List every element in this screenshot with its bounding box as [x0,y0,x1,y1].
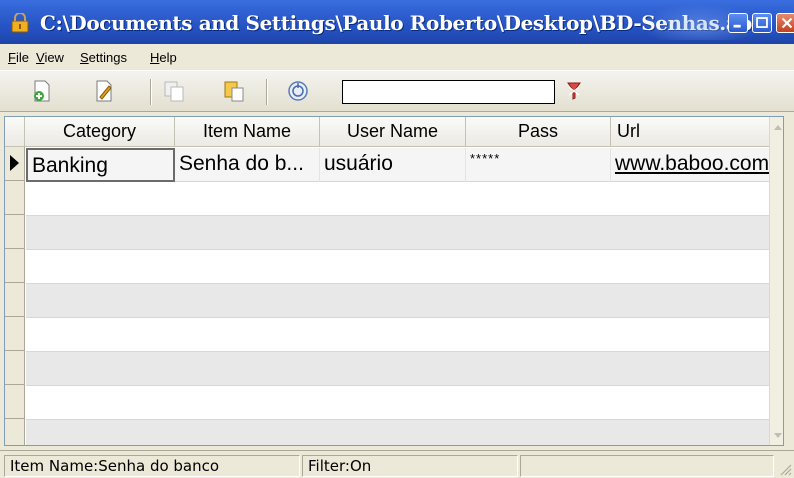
close-button[interactable] [776,13,794,33]
paste-icon [224,81,244,102]
cell-category[interactable]: Banking [26,148,175,182]
close-icon [781,17,793,29]
row-marker [5,350,25,351]
paste-button[interactable] [222,79,246,103]
cell-url[interactable]: www.baboo.com [611,148,769,182]
clear-filter-icon [567,82,581,100]
menu-settings-label: ettings [88,50,127,65]
row-selector-column[interactable] [5,147,25,445]
new-entry-button[interactable] [30,79,54,103]
row-marker [5,248,25,249]
scroll-down-icon[interactable] [774,433,782,438]
grid-header: Category Item Name User Name Pass Url [5,117,769,147]
current-row-pointer-icon [10,155,19,171]
cell-pass[interactable]: ***** [466,148,611,182]
menu-file-label: ile [15,50,29,65]
menu-settings[interactable]: Settings [80,50,127,65]
title-bar[interactable]: C:\Documents and Settings\Paulo Roberto\… [0,0,794,44]
minimize-button[interactable] [728,13,748,33]
table-row-empty[interactable] [26,420,769,445]
column-header-user-name[interactable]: User Name [320,117,466,147]
clear-filter-button[interactable] [562,79,586,103]
toolbar-separator [150,79,152,105]
vertical-scrollbar[interactable] [769,117,783,445]
menu-file-access-key: F [8,50,16,65]
status-bar: Item Name:Senha do banco Filter:On [0,450,794,478]
cell-item-name[interactable]: Senha do b... [175,148,320,182]
status-filter: Filter:On [302,455,518,477]
menu-help-label: elp [159,50,177,65]
status-item-name: Item Name:Senha do banco [4,455,300,477]
copy-icon [164,81,184,102]
column-header-url[interactable]: Url [611,117,769,147]
edit-entry-icon [96,80,112,102]
menu-help-access-key: H [150,50,160,65]
column-header-category[interactable]: Category [25,117,175,147]
menu-view-label: iew [44,50,64,65]
row-marker [5,214,25,215]
table-row-empty[interactable] [26,284,769,318]
scroll-up-icon[interactable] [774,125,782,130]
maximize-button[interactable] [752,13,772,33]
minimize-icon [733,24,741,28]
status-extra [520,455,774,477]
table-row-empty[interactable] [26,386,769,420]
row-marker [5,282,25,283]
table-row-empty[interactable] [26,352,769,386]
menu-view[interactable]: View [36,50,64,65]
menu-bar: File View Settings Help [0,44,794,70]
row-marker [5,418,25,419]
row-marker [5,316,25,317]
column-header-item-name[interactable]: Item Name [175,117,320,147]
table-row[interactable]: Banking Senha do b... usuário ***** www.… [26,148,769,182]
table-row-empty[interactable] [26,216,769,250]
filter-input[interactable] [342,80,555,104]
menu-settings-access-key: S [80,50,89,65]
menu-file[interactable]: File [8,50,29,65]
copy-button[interactable] [162,79,186,103]
table-row-empty[interactable] [26,182,769,216]
browse-url-button[interactable] [286,79,310,103]
menu-help[interactable]: Help [150,50,177,65]
resize-grip-icon[interactable] [778,462,792,476]
browse-url-icon [288,81,308,101]
password-grid[interactable]: Category Item Name User Name Pass Url Ba… [4,116,784,446]
table-row-empty[interactable] [26,318,769,352]
lock-icon [11,13,29,33]
toolbar [0,70,794,112]
maximize-icon [756,17,768,28]
column-header-pass[interactable]: Pass [466,117,611,147]
cell-user-name[interactable]: usuário [320,148,466,182]
toolbar-separator [266,79,268,105]
row-marker [5,384,25,385]
row-marker [5,180,25,181]
row-indicator-header [5,117,25,147]
new-entry-icon [34,80,50,102]
edit-entry-button[interactable] [92,79,116,103]
table-row-empty[interactable] [26,250,769,284]
